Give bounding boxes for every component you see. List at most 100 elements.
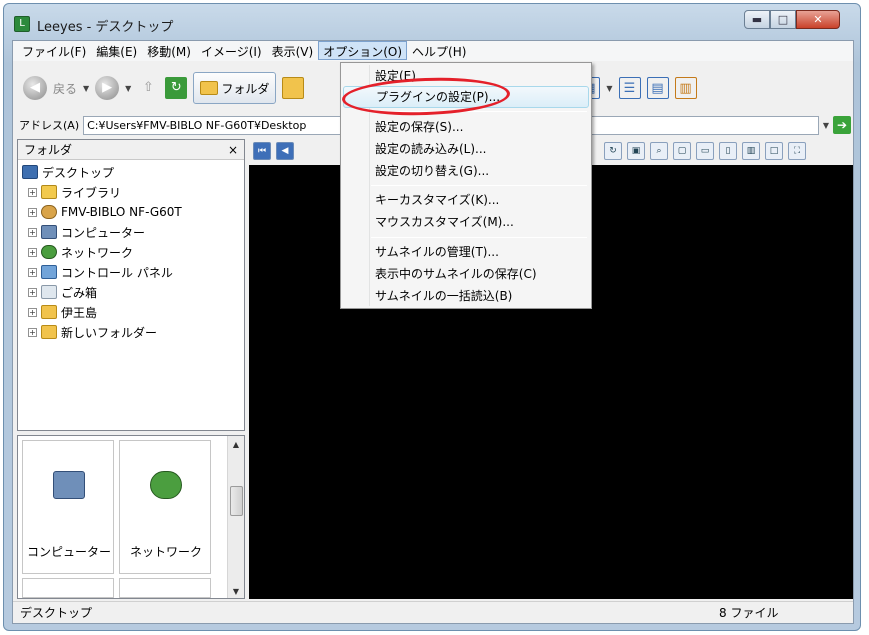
menu-image[interactable]: イメージ(I) xyxy=(196,41,267,60)
fit-window-icon[interactable]: ▣ xyxy=(627,142,645,160)
tree-item-label: ごみ箱 xyxy=(61,285,98,300)
scroll-up-icon[interactable]: ▲ xyxy=(228,436,244,453)
menu-item-plugin-settings[interactable]: プラグインの設定(P)... xyxy=(343,86,589,108)
menu-separator xyxy=(371,237,587,238)
expand-icon[interactable]: + xyxy=(28,327,37,337)
thumbnail-scrollbar[interactable]: ▲ ▼ xyxy=(227,436,244,598)
expand-icon[interactable]: + xyxy=(28,267,37,277)
forward-arrow-icon[interactable]: ▶ xyxy=(95,76,120,100)
address-label: アドレス(A) xyxy=(19,119,80,132)
title-bar[interactable]: L Leeyes - デスクトップ ▬ □ ✕ xyxy=(4,4,860,40)
double-page-icon[interactable]: ▭ xyxy=(696,142,714,160)
spread-view-icon[interactable]: ▥ xyxy=(742,142,760,160)
window-title: Leeyes - デスクトップ xyxy=(37,20,174,35)
zoom-icon[interactable]: ⌕ xyxy=(650,142,668,160)
rotate-icon[interactable]: ↻ xyxy=(604,142,622,160)
tile-view-icon[interactable]: ▤ xyxy=(646,77,669,99)
address-dropdown-icon[interactable]: ▼ xyxy=(823,121,829,130)
actual-size-icon[interactable]: ▢ xyxy=(673,142,691,160)
tree-item-label: コンピューター xyxy=(61,225,146,240)
up-folder-icon[interactable]: ⇧ xyxy=(137,77,159,99)
menu-options[interactable]: オプション(O) xyxy=(318,41,408,60)
menu-help[interactable]: ヘルプ(H) xyxy=(407,41,471,60)
back-button-label[interactable]: 戻る xyxy=(53,80,77,97)
prev-image-icon[interactable]: ◀ xyxy=(276,142,294,160)
menu-separator xyxy=(371,111,587,112)
menu-move[interactable]: 移動(M) xyxy=(142,41,196,60)
folder-panel-title: フォルダ xyxy=(24,143,73,157)
expand-icon[interactable]: + xyxy=(28,287,37,297)
menu-item-save-settings[interactable]: 設定の保存(S)... xyxy=(343,116,589,138)
expand-icon[interactable]: + xyxy=(28,247,37,257)
thumbnail-label: コンピューター xyxy=(26,545,111,559)
tree-item-label: 伊王島 xyxy=(61,305,98,320)
fullscreen-icon[interactable]: ⛶ xyxy=(788,142,806,160)
copy-folder-icon[interactable] xyxy=(282,77,305,99)
tree-item-label: コントロール パネル xyxy=(61,265,173,280)
menu-bar: ファイル(F) 編集(E) 移動(M) イメージ(I) 表示(V) オプション(… xyxy=(13,41,853,61)
options-dropdown-menu: 設定(E) プラグインの設定(P)... 設定の保存(S)... 設定の読み込み… xyxy=(340,62,592,309)
tree-item-user[interactable]: + FMV-BIBLO NF-G60T xyxy=(22,202,244,222)
menu-file[interactable]: ファイル(F) xyxy=(17,41,91,60)
close-button[interactable]: ✕ xyxy=(796,10,840,29)
computer-icon xyxy=(41,225,57,239)
expand-icon[interactable]: + xyxy=(28,187,37,197)
menu-item-settings[interactable]: 設定(E) xyxy=(343,65,589,87)
menu-item-thumbnail-manage[interactable]: サムネイルの管理(T)... xyxy=(343,241,589,263)
menu-item-save-thumbnails[interactable]: 表示中のサムネイルの保存(C) xyxy=(343,263,589,285)
menu-item-key-customize[interactable]: キーカスタマイズ(K)... xyxy=(343,189,589,211)
menu-edit[interactable]: 編集(E) xyxy=(91,41,142,60)
refresh-icon[interactable]: ↻ xyxy=(165,77,188,99)
tree-item-library[interactable]: + ライブラリ xyxy=(22,182,244,202)
library-icon xyxy=(41,185,57,199)
expand-icon[interactable]: + xyxy=(28,227,37,237)
window-mode-icon[interactable]: □ xyxy=(765,142,783,160)
tree-item-label: ネットワーク xyxy=(61,245,134,260)
menu-item-bulk-load-thumbnails[interactable]: サムネイルの一括読込(B) xyxy=(343,285,589,307)
minimize-button[interactable]: ▬ xyxy=(744,10,770,29)
thumbnail-panel: コンピューター ネットワーク ▲ ▼ xyxy=(17,435,245,599)
folder-button[interactable]: フォルダ xyxy=(193,72,277,104)
network-icon xyxy=(41,245,57,259)
recycle-bin-icon xyxy=(41,285,57,299)
folder-icon xyxy=(41,305,57,319)
panel-close-icon[interactable]: × xyxy=(228,143,238,157)
tree-item-label: 新しいフォルダー xyxy=(61,325,158,340)
thumbnail-network[interactable]: ネットワーク xyxy=(119,440,211,574)
single-page-icon[interactable]: ▯ xyxy=(719,142,737,160)
maximize-button[interactable]: □ xyxy=(770,10,796,29)
status-bar: デスクトップ 8 ファイル xyxy=(13,601,853,623)
thumbnail-item[interactable] xyxy=(119,578,211,598)
menu-item-mouse-customize[interactable]: マウスカスタマイズ(M)... xyxy=(343,211,589,233)
tree-item-label: デスクトップ xyxy=(42,165,115,180)
thumbnail-item[interactable] xyxy=(22,578,114,598)
view-dropdown-icon[interactable]: ▼ xyxy=(606,84,612,93)
tree-item-ioujima[interactable]: + 伊王島 xyxy=(22,302,244,322)
expand-icon[interactable]: + xyxy=(28,207,37,217)
menu-view[interactable]: 表示(V) xyxy=(267,41,319,60)
tree-item-computer[interactable]: + コンピューター xyxy=(22,222,244,242)
thumbnail-computer[interactable]: コンピューター xyxy=(22,440,114,574)
tree-item-network[interactable]: + ネットワーク xyxy=(22,242,244,262)
status-location: デスクトップ xyxy=(20,606,93,620)
forward-dropdown-icon[interactable]: ▼ xyxy=(125,84,131,93)
menu-item-load-settings[interactable]: 設定の読み込み(L)... xyxy=(343,138,589,160)
back-dropdown-icon[interactable]: ▼ xyxy=(83,84,89,93)
tree-item-recycle-bin[interactable]: + ごみ箱 xyxy=(22,282,244,302)
tree-item-desktop[interactable]: デスクトップ xyxy=(22,162,244,182)
expand-icon[interactable]: + xyxy=(28,307,37,317)
go-arrow-icon[interactable]: ➔ xyxy=(833,116,851,134)
scroll-thumb[interactable] xyxy=(230,486,243,516)
slideshow-icon[interactable]: ▥ xyxy=(674,77,697,99)
folder-panel-header: フォルダ × xyxy=(18,140,244,160)
list-view-icon[interactable]: ☰ xyxy=(618,77,641,99)
folder-icon xyxy=(200,81,219,95)
thumbnail-label: ネットワーク xyxy=(129,545,202,559)
menu-item-switch-settings[interactable]: 設定の切り替え(G)... xyxy=(343,160,589,182)
scroll-down-icon[interactable]: ▼ xyxy=(228,583,244,598)
folder-tree-panel: フォルダ × デスクトップ + ライブラリ + FMV-BIBLO NF-G60… xyxy=(17,139,245,431)
back-arrow-icon[interactable]: ◀ xyxy=(23,76,47,100)
tree-item-new-folder[interactable]: + 新しいフォルダー xyxy=(22,322,244,342)
first-image-icon[interactable]: ⏮ xyxy=(253,142,271,160)
tree-item-control-panel[interactable]: + コントロール パネル xyxy=(22,262,244,282)
